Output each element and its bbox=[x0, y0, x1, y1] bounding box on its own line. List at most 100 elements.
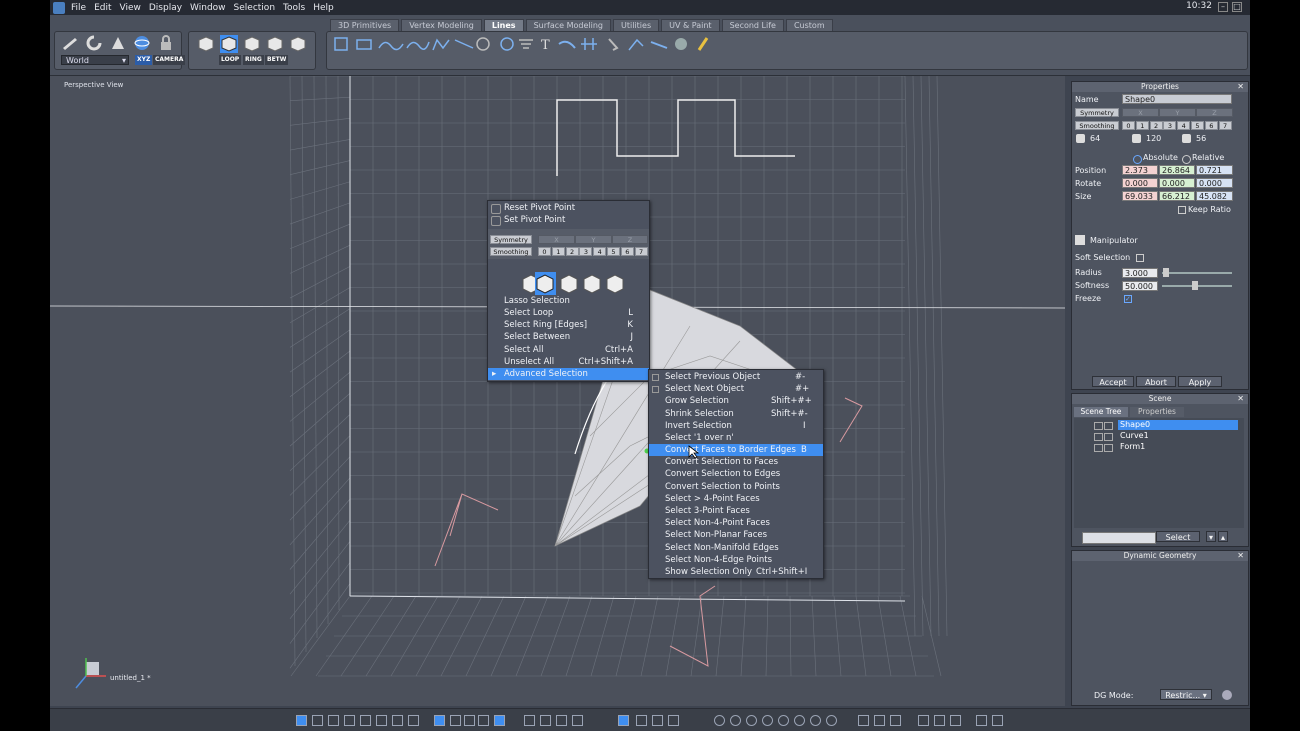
chevron-down-icon[interactable]: ▾ bbox=[1206, 531, 1216, 542]
dg-mode-select[interactable]: Restric... ▾ bbox=[1160, 689, 1212, 700]
radius-field[interactable]: 3.000 bbox=[1122, 268, 1158, 278]
menu-tools[interactable]: Tools bbox=[283, 3, 305, 13]
submenu-item-grow-selection[interactable]: Grow Selection Shift+#+ bbox=[649, 395, 823, 407]
status-tool-icon[interactable] bbox=[344, 715, 355, 726]
menu-item-select-loop[interactable]: Select Loop L bbox=[488, 307, 649, 319]
prop-symmetry-y[interactable]: Y bbox=[1159, 108, 1196, 117]
prop-smoothing-level-2[interactable]: 2 bbox=[1149, 121, 1163, 130]
status-tool-icon[interactable] bbox=[810, 715, 821, 726]
tree-item[interactable]: Form1 bbox=[1074, 442, 1244, 452]
smoothing-level-4[interactable]: 4 bbox=[593, 247, 607, 256]
cone-shape[interactable] bbox=[50, 76, 1065, 706]
minimize-icon[interactable]: – bbox=[1218, 2, 1228, 12]
submenu-item-convert-faces-to-border-edges[interactable]: Convert Faces to Border Edges B bbox=[649, 444, 823, 457]
status-tool-icon[interactable] bbox=[730, 715, 741, 726]
status-tool-icon[interactable] bbox=[778, 715, 789, 726]
prop-smoothing-level-7[interactable]: 7 bbox=[1218, 121, 1232, 130]
smoothing-level-3[interactable]: 3 bbox=[579, 247, 593, 256]
visibility-icon[interactable] bbox=[1104, 444, 1113, 452]
freeze-checkbox[interactable]: ✓ bbox=[1124, 295, 1132, 303]
submenu-item-select-next-object[interactable]: Select Next Object #+ bbox=[649, 383, 823, 395]
object-mode-icon[interactable] bbox=[197, 35, 215, 53]
status-tool-icon[interactable] bbox=[992, 715, 1003, 726]
radius-slider[interactable] bbox=[1162, 272, 1232, 274]
point-mode-icon[interactable] bbox=[266, 35, 284, 53]
maximize-icon[interactable]: □ bbox=[1232, 2, 1242, 12]
submenu-item-invert-selection[interactable]: Invert Selection I bbox=[649, 420, 823, 432]
status-tool-icon[interactable] bbox=[556, 715, 567, 726]
lock-icon[interactable] bbox=[1094, 444, 1103, 452]
close-icon[interactable]: ✕ bbox=[1237, 82, 1244, 92]
status-tool-icon[interactable] bbox=[312, 715, 323, 726]
size-y-field[interactable]: 66.212 bbox=[1159, 191, 1195, 201]
status-tool-icon[interactable] bbox=[652, 715, 663, 726]
status-tool-icon[interactable] bbox=[874, 715, 885, 726]
menu-window[interactable]: Window bbox=[190, 3, 226, 13]
smoothing-label[interactable]: Smoothing bbox=[490, 247, 532, 256]
submenu-item-select-1-over-n-[interactable]: Select '1 over n' bbox=[649, 432, 823, 444]
menu-edit[interactable]: Edit bbox=[94, 3, 111, 13]
symmetry-label[interactable]: Symmetry bbox=[490, 235, 532, 244]
prop-smoothing-level-4[interactable]: 4 bbox=[1177, 121, 1191, 130]
position-z-field[interactable]: 0.721 bbox=[1196, 165, 1233, 175]
submenu-item-shrink-selection[interactable]: Shrink Selection Shift+#- bbox=[649, 408, 823, 420]
scene-search-input[interactable] bbox=[1082, 532, 1156, 544]
status-tool-icon[interactable] bbox=[636, 715, 647, 726]
menu-display[interactable]: Display bbox=[149, 3, 182, 13]
keep-ratio-checkbox[interactable] bbox=[1178, 206, 1186, 214]
menu-item-reset-pivot[interactable]: Reset Pivot Point bbox=[488, 202, 649, 214]
status-tool-icon[interactable] bbox=[746, 715, 757, 726]
status-tool-icon[interactable] bbox=[478, 715, 489, 726]
menu-item-advanced-selection[interactable]: Advanced Selection ▸ bbox=[488, 368, 649, 380]
smoothing-level-7[interactable]: 7 bbox=[634, 247, 648, 256]
status-tool-icon[interactable] bbox=[434, 715, 445, 726]
all-mode-icon[interactable] bbox=[289, 35, 307, 53]
smoothing-level-1[interactable]: 1 bbox=[551, 247, 565, 256]
softness-field[interactable]: 50.000 bbox=[1122, 281, 1158, 291]
edge-mode-icon[interactable] bbox=[243, 35, 261, 53]
universal-tool-icon[interactable] bbox=[133, 34, 151, 52]
submenu-item-show-selection-only[interactable]: Show Selection Only Ctrl+Shift+I bbox=[649, 566, 823, 578]
status-tool-icon[interactable] bbox=[328, 715, 339, 726]
perspective-viewport[interactable]: Perspective View untitled_1 * Reset Pivo… bbox=[50, 76, 1065, 706]
menu-item-unselect-all[interactable]: Unselect All Ctrl+Shift+A bbox=[488, 356, 649, 368]
relative-radio[interactable] bbox=[1182, 155, 1191, 164]
menu-item-set-pivot[interactable]: Set Pivot Point bbox=[488, 214, 649, 226]
ring-button[interactable]: RING bbox=[243, 55, 264, 65]
symmetry-z[interactable]: Z bbox=[612, 235, 648, 244]
symmetry-y[interactable]: Y bbox=[575, 235, 612, 244]
symmetry-button[interactable]: Symmetry bbox=[1075, 108, 1119, 117]
submenu-item-convert-selection-to-points[interactable]: Convert Selection to Points bbox=[649, 481, 823, 493]
prop-smoothing-level-6[interactable]: 6 bbox=[1204, 121, 1218, 130]
name-field[interactable]: Shape0 bbox=[1122, 94, 1232, 104]
status-tool-icon[interactable] bbox=[572, 715, 583, 726]
prop-smoothing-level-5[interactable]: 5 bbox=[1191, 121, 1204, 130]
status-tool-icon[interactable] bbox=[762, 715, 773, 726]
rotate-y-field[interactable]: 0.000 bbox=[1159, 178, 1195, 188]
submenu-item-select-non-4-edge-points[interactable]: Select Non-4-Edge Points bbox=[649, 554, 823, 566]
status-tool-icon[interactable] bbox=[826, 715, 837, 726]
select-button[interactable]: Select bbox=[1156, 531, 1200, 542]
radius-slider-handle[interactable] bbox=[1163, 268, 1169, 277]
size-z-field[interactable]: 45.082 bbox=[1196, 191, 1233, 201]
abort-button[interactable]: Abort bbox=[1136, 376, 1176, 387]
symmetry-x[interactable]: X bbox=[538, 235, 575, 244]
move-tool-icon[interactable] bbox=[61, 34, 79, 52]
menu-item-lasso-selection[interactable]: Lasso Selection bbox=[488, 295, 649, 307]
prop-symmetry-x[interactable]: X bbox=[1122, 108, 1159, 117]
menu-help[interactable]: Help bbox=[313, 3, 334, 13]
camera-toggle[interactable]: CAMERA bbox=[153, 55, 186, 65]
visibility-icon[interactable] bbox=[1104, 433, 1113, 441]
menu-item-select-between[interactable]: Select Between J bbox=[488, 331, 649, 343]
line-tools-icons[interactable]: T bbox=[333, 36, 723, 52]
between-button[interactable]: BETW bbox=[265, 55, 289, 65]
status-tool-icon[interactable] bbox=[950, 715, 961, 726]
status-tool-icon[interactable] bbox=[714, 715, 725, 726]
lock-icon[interactable] bbox=[1094, 422, 1103, 430]
rotate-z-field[interactable]: 0.000 bbox=[1196, 178, 1233, 188]
prop-smoothing-level-1[interactable]: 1 bbox=[1135, 121, 1149, 130]
position-y-field[interactable]: 26.864 bbox=[1159, 165, 1195, 175]
apply-button[interactable]: Apply bbox=[1178, 376, 1222, 387]
status-tool-icon[interactable] bbox=[408, 715, 419, 726]
menu-item-select-ring-edges-[interactable]: Select Ring [Edges] K bbox=[488, 319, 649, 331]
